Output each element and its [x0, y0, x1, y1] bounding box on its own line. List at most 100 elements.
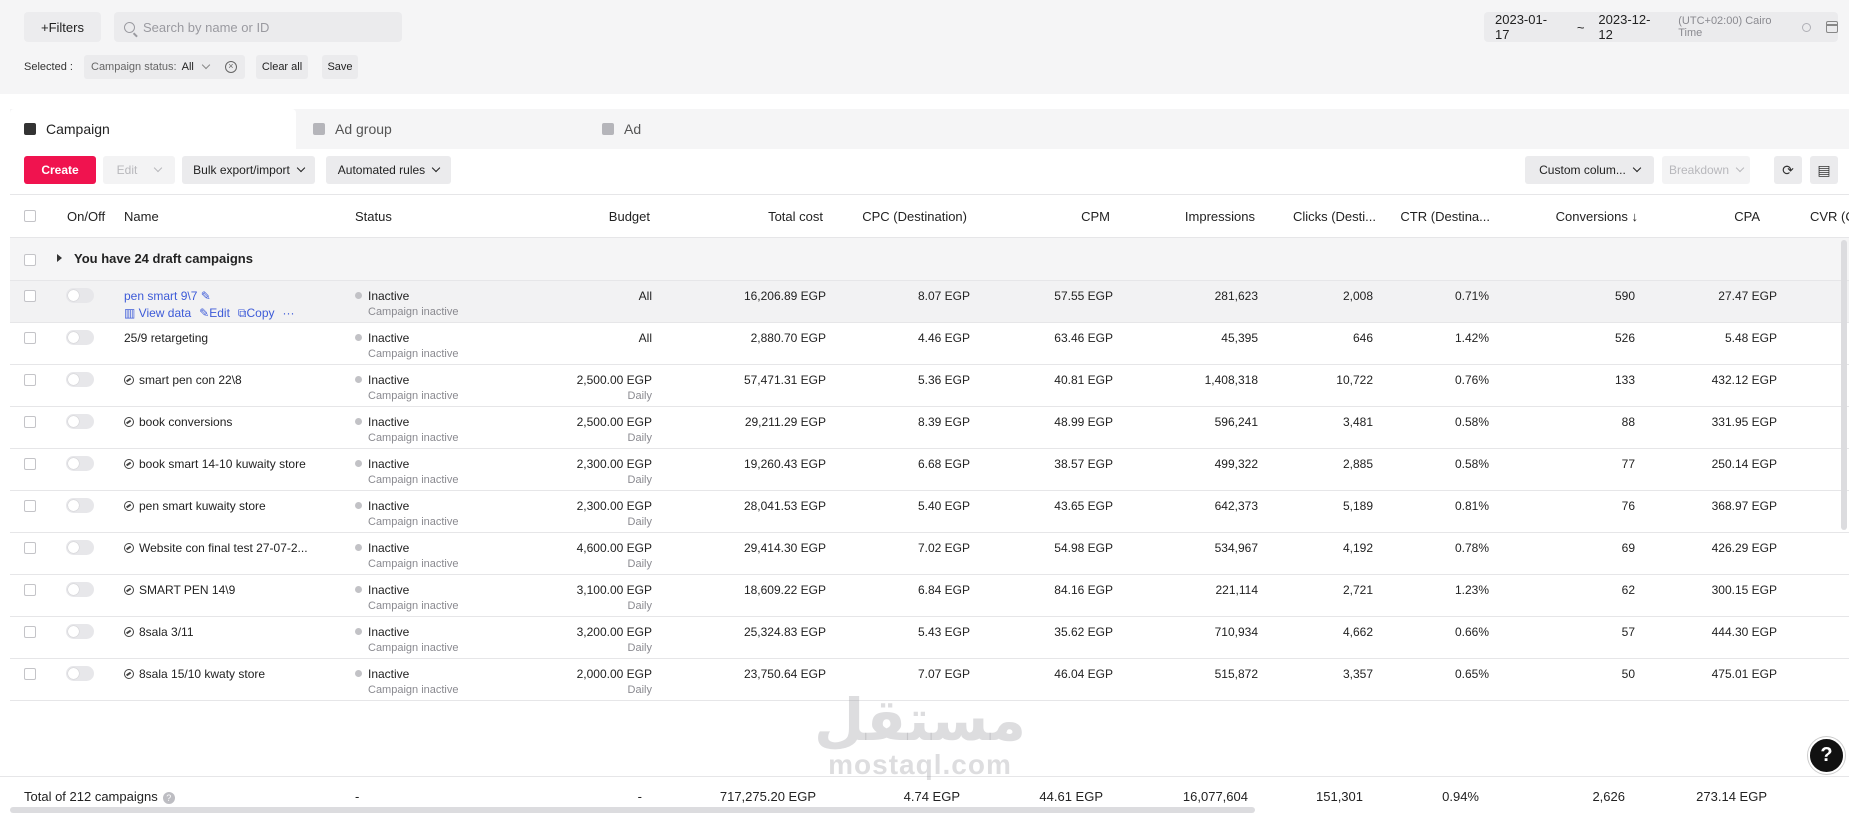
table-row[interactable]: book conversions Inactive Campaign inactiv… [10, 407, 1849, 449]
refresh-icon[interactable]: ⟳ [1774, 156, 1802, 184]
clear-icon[interactable]: × [224, 61, 237, 73]
tab-ad-group[interactable]: Ad group [313, 109, 392, 149]
automated-rules-dropdown[interactable]: Automated rules [326, 156, 451, 184]
row-checkbox[interactable] [24, 290, 36, 302]
campaign-type-icon [124, 459, 134, 469]
column-header-onoff[interactable]: On/Off [67, 209, 105, 224]
table-row[interactable]: SMART PEN 14\9 Inactive Campaign inactive 3… [10, 575, 1849, 617]
total-cpa: 273.14 EGP [1696, 789, 1767, 804]
status-dot [355, 628, 362, 635]
tab-ad[interactable]: Ad [602, 109, 641, 149]
chevron-down-icon [154, 163, 163, 173]
watermark: مستقل mostaql.com [800, 690, 1040, 780]
row-checkbox[interactable] [24, 458, 36, 470]
cpa-cell: 5.48 EGP [1724, 331, 1777, 345]
calendar-icon[interactable] [1826, 21, 1838, 33]
help-button[interactable]: ? [1808, 737, 1845, 774]
help-circle-icon[interactable]: ? [162, 792, 175, 804]
tab-campaign[interactable]: Campaign [10, 109, 296, 149]
table-row[interactable]: pen smart kuwaity store Inactive Campaign … [10, 491, 1849, 533]
table-row[interactable]: Website con final test 27-07-2... Inactiv… [10, 533, 1849, 575]
on-off-toggle[interactable] [66, 498, 94, 513]
campaign-name[interactable]: pen smart 9\7 [124, 289, 197, 303]
pencil-icon[interactable]: ✎ [201, 289, 211, 303]
date-range-picker[interactable]: 2023-01-17 ~ 2023-12-12 (UTC+02:00) Cair… [1484, 12, 1838, 42]
campaign-name: SMART PEN 14\9 [139, 583, 236, 597]
on-off-toggle[interactable] [66, 666, 94, 681]
cpc-cell: 8.39 EGP [917, 415, 970, 429]
draft-checkbox[interactable] [24, 254, 36, 266]
column-header-status[interactable]: Status [355, 209, 392, 224]
custom-columns-dropdown[interactable]: Custom colum... [1525, 156, 1654, 184]
table-row[interactable]: smart pen con 22\8 Inactive Campaign inact… [10, 365, 1849, 407]
edit-link[interactable]: ✎Edit [199, 306, 230, 320]
status-subtext: Campaign inactive [368, 474, 459, 486]
horizontal-scrollbar[interactable] [10, 807, 1255, 813]
bulk-export-import-dropdown[interactable]: Bulk export/import [182, 156, 315, 184]
column-header-cvr[interactable]: CVR (C [1810, 209, 1849, 224]
campaign-name-cell: book smart 14-10 kuwaity store [124, 457, 306, 471]
column-header-cpc[interactable]: CPC (Destination) [830, 209, 967, 224]
on-off-toggle[interactable] [66, 624, 94, 639]
timezone-info-icon[interactable] [1802, 22, 1812, 32]
expand-arrow-icon[interactable] [57, 254, 62, 262]
tab-label: Ad group [335, 121, 392, 137]
ad-icon [602, 123, 614, 135]
table-row[interactable]: 25/9 retargeting Inactive Campaign inactiv… [10, 323, 1849, 365]
column-header-total-cost[interactable]: Total cost [700, 209, 823, 224]
column-header-name[interactable]: Name [124, 209, 159, 224]
on-off-toggle[interactable] [66, 456, 94, 471]
campaign-name-cell: Website con final test 27-07-2... [124, 541, 308, 555]
table-row[interactable]: pen smart 9\7 ✎ ▥ View data ✎Edit ⧉Copy ··· I… [10, 281, 1849, 323]
impressions-cell: 1,408,318 [1204, 373, 1258, 387]
cpm-cell: 48.99 EGP [1054, 415, 1113, 429]
breakdown-dropdown[interactable]: Breakdown [1662, 156, 1750, 184]
view-data-link[interactable]: ▥ View data [124, 306, 191, 320]
on-off-toggle[interactable] [66, 330, 94, 345]
export-icon[interactable]: ▤ [1810, 156, 1838, 184]
select-all-checkbox[interactable] [24, 210, 36, 222]
ctr-cell: 0.58% [1454, 415, 1489, 429]
on-off-toggle[interactable] [66, 540, 94, 555]
column-header-conversions[interactable]: Conversions ↓ [1510, 209, 1638, 224]
table-row[interactable]: book smart 14-10 kuwaity store Inactive Ca… [10, 449, 1849, 491]
clear-all-button[interactable]: Clear all [256, 55, 308, 79]
cpm-cell: 54.98 EGP [1054, 541, 1113, 555]
campaign-name-cell[interactable]: pen smart 9\7 ✎ [124, 289, 211, 303]
cpm-cell: 63.46 EGP [1054, 331, 1113, 345]
column-header-budget[interactable]: Budget [530, 209, 650, 224]
cpa-cell: 426.29 EGP [1711, 541, 1777, 555]
row-checkbox[interactable] [24, 542, 36, 554]
cpm-cell: 40.81 EGP [1054, 373, 1113, 387]
chevron-down-icon [1735, 163, 1745, 173]
on-off-toggle[interactable] [66, 582, 94, 597]
row-checkbox[interactable] [24, 332, 36, 344]
search-input[interactable]: Search by name or ID [114, 12, 402, 42]
column-header-cpm[interactable]: CPM [1010, 209, 1110, 224]
table-row[interactable]: 8sala 3/11 Inactive Campaign inactive 3,200… [10, 617, 1849, 659]
row-checkbox[interactable] [24, 416, 36, 428]
row-checkbox[interactable] [24, 500, 36, 512]
column-header-impressions[interactable]: Impressions [1130, 209, 1255, 224]
save-button[interactable]: Save [322, 55, 358, 79]
row-checkbox[interactable] [24, 374, 36, 386]
create-button[interactable]: Create [24, 156, 96, 184]
column-header-cpa[interactable]: CPA [1660, 209, 1760, 224]
vertical-scrollbar[interactable] [1841, 240, 1847, 530]
row-checkbox[interactable] [24, 626, 36, 638]
row-checkbox[interactable] [24, 668, 36, 680]
column-header-ctr[interactable]: CTR (Destina... [1388, 209, 1490, 224]
column-header-clicks[interactable]: Clicks (Desti... [1276, 209, 1376, 224]
draft-campaigns-row[interactable]: You have 24 draft campaigns [10, 238, 1849, 281]
edit-dropdown[interactable]: Edit [103, 156, 175, 184]
budget-value: 2,300.00 EGP [576, 457, 652, 471]
filters-button[interactable]: +Filters [24, 12, 101, 42]
more-actions[interactable]: ··· [283, 306, 295, 320]
on-off-toggle[interactable] [66, 372, 94, 387]
copy-link[interactable]: ⧉Copy [238, 306, 275, 320]
campaign-status-chip[interactable]: Campaign status: All × [84, 55, 245, 79]
on-off-toggle[interactable] [66, 414, 94, 429]
date-end: 2023-12-12 [1598, 12, 1651, 42]
on-off-toggle[interactable] [66, 288, 94, 303]
row-checkbox[interactable] [24, 584, 36, 596]
